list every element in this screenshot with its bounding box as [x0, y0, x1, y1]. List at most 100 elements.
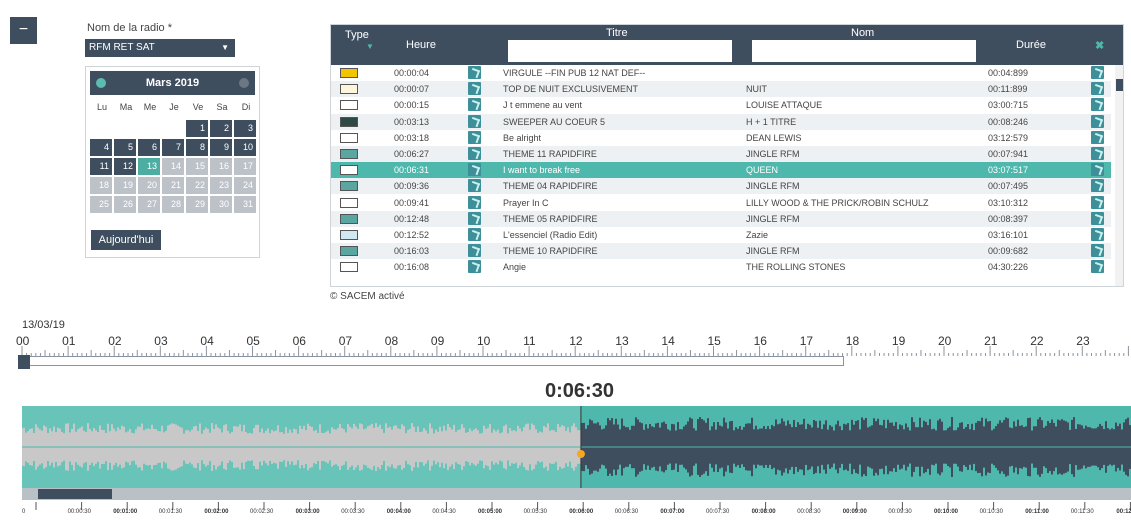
- header-duree[interactable]: Durée: [1016, 39, 1046, 51]
- nom-filter-input[interactable]: [752, 40, 976, 62]
- ruler-label: 00:01:00: [113, 509, 138, 515]
- timeline-range-slider[interactable]: [22, 356, 844, 366]
- type-color-swatch: [340, 116, 358, 127]
- next-month-icon[interactable]: [239, 78, 249, 88]
- table-row[interactable]: 00:09:41 Prayer In C LILLY WOOD & THE PRIC…: [331, 195, 1111, 211]
- waveform-scrollbar-thumb[interactable]: [38, 489, 112, 499]
- table-row[interactable]: 00:00:15 J t emmene au vent LOUISE ATTAQUE…: [331, 97, 1111, 113]
- waveform[interactable]: [22, 406, 1131, 488]
- weekday-label: Ve: [192, 102, 204, 112]
- waveform-scrollbar[interactable]: [22, 488, 1131, 500]
- action-icon[interactable]: [1091, 195, 1104, 209]
- table-row[interactable]: 00:12:48 THEME 05 RAPIDFIRE JINGLE RFM 00:0…: [331, 210, 1111, 227]
- hour-label: 11: [523, 334, 536, 348]
- calendar-day[interactable]: 4: [90, 139, 112, 156]
- sort-caret-icon[interactable]: ▼: [366, 42, 374, 51]
- cell-nom: DEAN LEWIS: [746, 132, 802, 143]
- header-titre[interactable]: Titre: [606, 27, 628, 39]
- timeline-range-handle[interactable]: [18, 355, 30, 369]
- waveform-graphic[interactable]: [22, 406, 1131, 488]
- calendar-day[interactable]: 6: [138, 139, 160, 156]
- action-icon[interactable]: [1091, 163, 1104, 177]
- titre-filter-input[interactable]: [508, 40, 732, 62]
- hour-ticks: [21, 346, 1129, 356]
- cell-heure: 00:12:48: [394, 213, 430, 224]
- cell-heure: 00:09:36: [394, 181, 430, 192]
- hour-label: 01: [62, 334, 76, 348]
- action-icon[interactable]: [1091, 228, 1104, 241]
- cell-nom: NUIT: [746, 84, 767, 95]
- cell-duree: 00:07:495: [988, 181, 1029, 192]
- calendar-day[interactable]: 7: [162, 139, 184, 156]
- action-icon[interactable]: [1091, 211, 1104, 225]
- action-icon[interactable]: [1091, 179, 1104, 193]
- table-row[interactable]: 00:03:13 SWEEPER AU COEUR 5 H + 1 TITRE 00:…: [331, 113, 1111, 130]
- hour-label: 19: [891, 334, 906, 348]
- type-color-swatch: [340, 149, 358, 159]
- header-heure[interactable]: Heure: [406, 39, 436, 51]
- calendar-day[interactable]: 8: [186, 139, 208, 156]
- table-scrollbar-thumb[interactable]: [1116, 79, 1123, 91]
- hour-label: 10: [477, 334, 491, 348]
- table-row[interactable]: 00:09:36 THEME 04 RAPIDFIRE JINGLE RFM 00:0…: [331, 178, 1111, 195]
- calendar-day: 25: [90, 196, 112, 213]
- action-icon[interactable]: [1091, 114, 1104, 128]
- calendar-day[interactable]: 12: [114, 158, 136, 175]
- cell-duree: 00:08:246: [988, 116, 1029, 127]
- table-row[interactable]: 00:00:04 VIRGULE --FIN PUB 12 NAT DEF-- 00…: [331, 65, 1111, 81]
- calendar-day[interactable]: 10: [234, 139, 256, 156]
- current-time: 0:06:30: [545, 380, 614, 402]
- action-icon[interactable]: [1091, 260, 1104, 274]
- header-type[interactable]: Type: [345, 29, 369, 41]
- action-icon[interactable]: [1091, 130, 1104, 144]
- calendar-day: 22: [186, 177, 208, 194]
- calendar-month-title: Mars 2019: [145, 77, 200, 89]
- table-row[interactable]: 00:12:52 L'essenciel (Radio Edit) Zazie 03:…: [331, 227, 1111, 243]
- header-nom[interactable]: Nom: [851, 27, 874, 39]
- calendar-day[interactable]: 5: [114, 139, 136, 156]
- cell-duree: 00:08:397: [988, 213, 1029, 224]
- collapse-sidebar-button[interactable]: −: [10, 17, 37, 44]
- time-ruler: 0 00:00:30 00:01:00 00:01:30 00:02:00 00:02:3…: [22, 502, 1131, 522]
- today-button[interactable]: Aujourd'hui: [91, 230, 161, 250]
- calendar-day: 26: [114, 196, 136, 213]
- type-color-swatch: [340, 230, 358, 240]
- table-row[interactable]: 00:06:31 I want to break free QUEEN 03:07:5…: [331, 162, 1111, 179]
- table-row[interactable]: 00:16:03 THEME 10 RAPIDFIRE JINGLE RFM 00:0…: [331, 243, 1111, 260]
- table-row[interactable]: 00:16:08 Angie THE ROLLING STONES 04:30:226: [331, 259, 1111, 275]
- cell-titre: THEME 11 RAPIDFIRE: [503, 149, 597, 159]
- hour-label: 00: [16, 334, 30, 348]
- calendar-day: 30: [210, 196, 232, 213]
- weekday-label: Ma: [119, 102, 133, 112]
- weekday-label: Me: [143, 102, 157, 112]
- table-scrollbar[interactable]: [1115, 65, 1123, 286]
- cell-nom: LOUISE ATTAQUE: [746, 100, 823, 111]
- action-icon[interactable]: [1091, 147, 1104, 160]
- ruler-label: 00:06:30: [614, 509, 639, 515]
- clear-filters-icon[interactable]: ✖: [1095, 39, 1104, 52]
- calendar-day: 21: [162, 177, 184, 194]
- prev-month-icon[interactable]: [96, 78, 106, 88]
- radio-name-label: Nom de la radio *: [87, 22, 172, 34]
- hour-label: 12: [569, 334, 583, 348]
- hour-ruler: 00 01 02 03 04 05 06 07 08 09 10 11 12 13 14 15 16 17 18 19…: [0, 334, 1131, 374]
- calendar-day-selected[interactable]: 13: [138, 158, 160, 175]
- cell-heure: 00:03:18: [394, 132, 430, 143]
- calendar-day[interactable]: 2: [210, 120, 232, 137]
- calendar-day[interactable]: 9: [210, 139, 232, 156]
- calendar-day[interactable]: 1: [186, 120, 208, 137]
- calendar-header: Mars 2019: [90, 71, 255, 95]
- cell-nom: Zazie: [746, 230, 769, 240]
- action-icon[interactable]: [1091, 244, 1104, 258]
- action-icon[interactable]: [1091, 98, 1104, 112]
- cell-titre: I want to break free: [503, 165, 581, 176]
- cell-nom: THE ROLLING STONES: [746, 262, 846, 273]
- action-icon[interactable]: [1091, 66, 1104, 79]
- table-row[interactable]: 00:06:27 THEME 11 RAPIDFIRE JINGLE RFM 00:0…: [331, 146, 1111, 162]
- table-row[interactable]: 00:00:07 TOP DE NUIT EXCLUSIVEMENT NUIT 00:…: [331, 81, 1111, 98]
- calendar-day[interactable]: 3: [234, 120, 256, 137]
- radio-select[interactable]: RFM RET SAT ▼: [85, 39, 235, 57]
- calendar-day[interactable]: 11: [90, 158, 112, 175]
- table-row[interactable]: 00:03:18 Be alright DEAN LEWIS 03:12:579: [331, 130, 1111, 146]
- action-icon[interactable]: [1091, 82, 1104, 96]
